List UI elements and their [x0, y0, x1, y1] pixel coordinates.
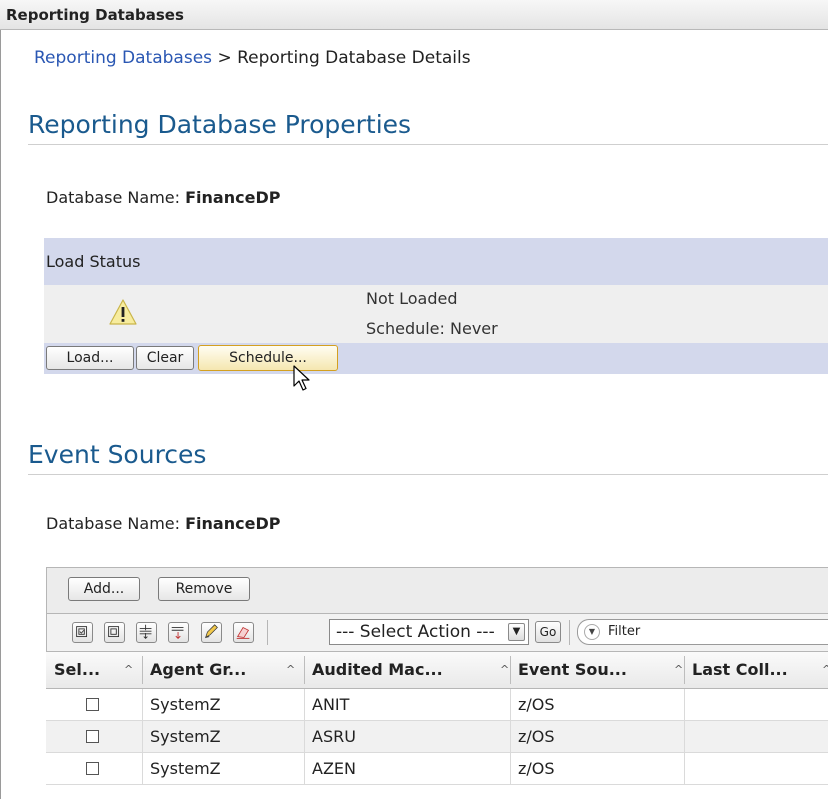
column-divider	[510, 753, 511, 784]
column-divider	[510, 689, 511, 720]
sort-caret-icon[interactable]: ^	[822, 652, 828, 688]
db-name-label: Database Name:	[46, 188, 181, 207]
row-checkbox[interactable]	[86, 762, 99, 775]
table-row[interactable]: SystemZ ANIT z/OS	[46, 689, 828, 721]
cell-agent-group: SystemZ	[150, 727, 221, 746]
chevron-down-icon[interactable]: ▼	[508, 623, 525, 641]
clear-sort-icon[interactable]	[233, 622, 254, 643]
cell-audited-machine: ANIT	[312, 695, 350, 714]
filter-dropdown-icon[interactable]: ▼	[584, 624, 600, 640]
collapse-filter-icon[interactable]	[168, 622, 189, 643]
event-sources-divider	[28, 474, 828, 475]
clear-button[interactable]: Clear	[136, 346, 194, 370]
row-checkbox[interactable]	[86, 698, 99, 711]
breadcrumb-separator: >	[217, 48, 232, 68]
load-status-label: Load Status	[46, 252, 141, 271]
table-row[interactable]: SystemZ AZEN z/OS	[46, 753, 828, 785]
table-row[interactable]: SystemZ ASRU z/OS	[46, 721, 828, 753]
cell-audited-machine: ASRU	[312, 727, 356, 746]
column-divider	[510, 721, 511, 752]
warning-triangle-icon	[109, 299, 137, 325]
sort-caret-icon[interactable]: ^	[124, 652, 133, 688]
add-button[interactable]: Add...	[68, 577, 140, 601]
column-header-agent-group[interactable]: Agent Gr...	[150, 652, 278, 688]
window-titlebar: Reporting Databases	[0, 0, 828, 30]
load-status-body: Not Loaded Schedule: Never	[44, 285, 828, 343]
load-status-actions: Load... Clear Schedule...	[44, 343, 828, 374]
expand-filter-icon[interactable]	[136, 622, 157, 643]
column-divider	[142, 753, 143, 784]
cell-event-source: z/OS	[518, 727, 555, 746]
event-sources-title: Event Sources	[28, 440, 207, 469]
cell-audited-machine: AZEN	[312, 759, 356, 778]
db-name-value: FinanceDP	[185, 514, 281, 533]
load-state-text: Not Loaded	[366, 289, 458, 308]
properties-title: Reporting Database Properties	[28, 110, 412, 139]
select-action-value: --- Select Action ---	[336, 622, 495, 642]
cell-agent-group: SystemZ	[150, 695, 221, 714]
column-divider	[142, 721, 143, 752]
breadcrumb-parent-link[interactable]: Reporting Databases	[34, 48, 212, 68]
toolbar-separator	[569, 620, 570, 645]
column-divider	[142, 689, 143, 720]
mouse-pointer-icon	[293, 365, 310, 391]
load-button[interactable]: Load...	[46, 346, 134, 370]
column-divider	[304, 689, 305, 720]
event-sources-db-name: Database Name: FinanceDP	[46, 514, 280, 533]
column-divider	[304, 656, 305, 684]
sort-caret-icon[interactable]: ^	[500, 652, 509, 688]
column-divider	[684, 753, 685, 784]
db-name-label: Database Name:	[46, 514, 181, 533]
cell-event-source: z/OS	[518, 695, 555, 714]
go-button[interactable]: Go	[535, 621, 561, 643]
toolbar-separator	[267, 620, 268, 645]
cell-event-source: z/OS	[518, 759, 555, 778]
load-status-header: Load Status	[44, 238, 828, 285]
schedule-button[interactable]: Schedule...	[198, 345, 338, 371]
column-header-select[interactable]: Sel...	[54, 652, 112, 688]
grid-button-bar: Add... Remove	[46, 567, 828, 614]
remove-button[interactable]: Remove	[158, 577, 250, 601]
cell-agent-group: SystemZ	[150, 759, 221, 778]
schedule-text: Schedule: Never	[366, 319, 498, 338]
column-header-last-collected[interactable]: Last Coll...	[692, 652, 816, 688]
grid-header-row: Sel... ^ Agent Gr... ^ Audited Mac... ^ …	[46, 651, 828, 689]
column-header-event-source[interactable]: Event Sou...	[518, 652, 642, 688]
window-title: Reporting Databases	[6, 6, 184, 24]
column-header-audited-machine[interactable]: Audited Mac...	[312, 652, 492, 688]
sort-caret-icon[interactable]: ^	[674, 652, 683, 688]
db-name-value: FinanceDP	[185, 188, 281, 207]
sort-caret-icon[interactable]: ^	[286, 652, 295, 688]
filter-input[interactable]: ▼ Filter	[577, 619, 828, 645]
properties-db-name: Database Name: FinanceDP	[46, 188, 280, 207]
column-divider	[684, 656, 685, 684]
select-all-icon[interactable]	[72, 622, 93, 643]
breadcrumb-current: Reporting Database Details	[237, 48, 471, 68]
grid-action-toolbar: --- Select Action --- ▼ Go ▼ Filter	[46, 614, 828, 651]
edit-sort-icon[interactable]	[201, 622, 222, 643]
filter-placeholder: Filter	[608, 624, 641, 639]
row-checkbox[interactable]	[86, 730, 99, 743]
column-divider	[510, 656, 511, 684]
column-divider	[684, 721, 685, 752]
column-divider	[304, 753, 305, 784]
column-divider	[684, 689, 685, 720]
deselect-all-icon[interactable]	[104, 622, 125, 643]
properties-divider	[28, 144, 828, 145]
column-divider	[142, 656, 143, 684]
select-action-dropdown[interactable]: --- Select Action --- ▼	[329, 619, 529, 645]
breadcrumb: Reporting Databases > Reporting Database…	[34, 48, 471, 68]
column-divider	[304, 721, 305, 752]
